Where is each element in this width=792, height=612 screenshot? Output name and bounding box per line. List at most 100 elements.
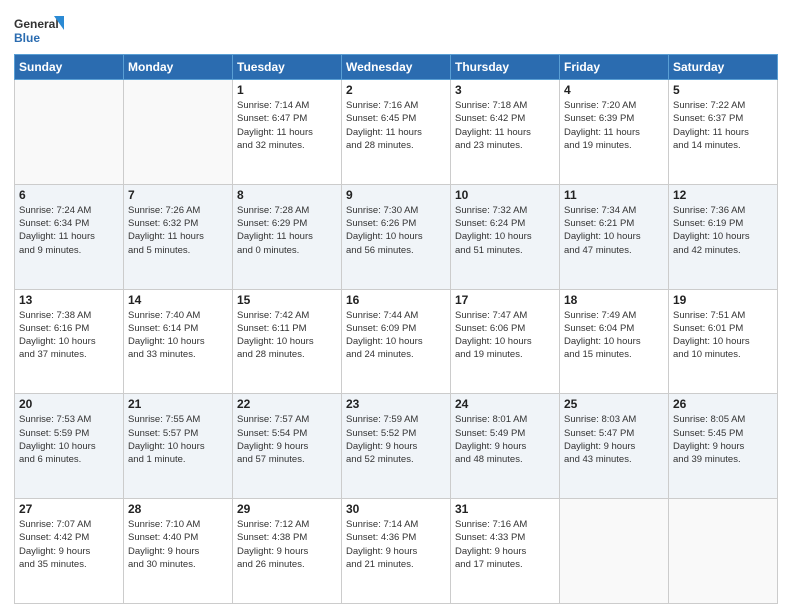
calendar-day-cell: 28 Sunrise: 7:10 AMSunset: 4:40 PMDayligh… [124, 499, 233, 604]
day-info-line: Daylight: 9 hours [19, 545, 119, 558]
calendar-day-cell: 9Sunrise: 7:30 AMSunset: 6:26 PMDaylight… [342, 184, 451, 289]
day-info-line: Daylight: 11 hours [128, 230, 228, 243]
calendar-week-row: 6Sunrise: 7:24 AMSunset: 6:34 PMDaylight… [15, 184, 778, 289]
page: General Blue SundayMondayTuesdayWednesda… [0, 0, 792, 612]
day-info-line: Sunrise: 7:28 AM [237, 204, 337, 217]
day-info-line: Sunrise: 7:18 AM [455, 99, 555, 112]
day-info-line: and 47 minutes. [564, 244, 664, 257]
day-info-line: Sunrise: 7:12 AM [237, 518, 337, 531]
day-info-line: Daylight: 11 hours [19, 230, 119, 243]
day-info-line: Daylight: 11 hours [564, 126, 664, 139]
day-info-line: and 39 minutes. [673, 453, 773, 466]
day-info-line: Sunset: 6:39 PM [564, 112, 664, 125]
day-info-line: Daylight: 9 hours [128, 545, 228, 558]
day-number: 4 [564, 83, 664, 97]
calendar-day-cell: 22Sunrise: 7:57 AMSunset: 5:54 PMDayligh… [233, 394, 342, 499]
calendar-day-cell: 16Sunrise: 7:44 AMSunset: 6:09 PMDayligh… [342, 289, 451, 394]
day-number: 2 [346, 83, 446, 97]
day-info-line: Sunset: 5:45 PM [673, 427, 773, 440]
day-number: 23 [346, 397, 446, 411]
day-info-line: Daylight: 10 hours [128, 335, 228, 348]
day-info-line: Sunrise: 7:24 AM [19, 204, 119, 217]
day-number: 28 [128, 502, 228, 516]
day-info-line: Daylight: 10 hours [19, 440, 119, 453]
header: General Blue [14, 12, 778, 48]
day-info-line: Daylight: 11 hours [237, 230, 337, 243]
day-info-line: Sunrise: 7:51 AM [673, 309, 773, 322]
day-info-line: Sunrise: 7:59 AM [346, 413, 446, 426]
day-info-line: Sunrise: 7:34 AM [564, 204, 664, 217]
day-number: 24 [455, 397, 555, 411]
day-info-line: Sunset: 6:21 PM [564, 217, 664, 230]
calendar-day-cell: 12Sunrise: 7:36 AMSunset: 6:19 PMDayligh… [669, 184, 778, 289]
calendar-day-cell: 31Sunrise: 7:16 AMSunset: 4:33 PMDayligh… [451, 499, 560, 604]
day-info-line: Daylight: 10 hours [564, 230, 664, 243]
day-number: 11 [564, 188, 664, 202]
day-info-line: Sunrise: 7:26 AM [128, 204, 228, 217]
day-info-line: Daylight: 9 hours [237, 545, 337, 558]
calendar-day-cell: 27 Sunrise: 7:07 AMSunset: 4:42 PMDayligh… [15, 499, 124, 604]
calendar-day-cell: 10Sunrise: 7:32 AMSunset: 6:24 PMDayligh… [451, 184, 560, 289]
day-info-line: and 24 minutes. [346, 348, 446, 361]
day-info-line: Sunset: 6:01 PM [673, 322, 773, 335]
day-info-line: and 15 minutes. [564, 348, 664, 361]
day-info-line: Sunrise: 7:22 AM [673, 99, 773, 112]
calendar-day-cell: 25Sunrise: 8:03 AMSunset: 5:47 PMDayligh… [560, 394, 669, 499]
day-number: 27 [19, 502, 119, 516]
calendar-body: 1Sunrise: 7:14 AMSunset: 6:47 PMDaylight… [15, 80, 778, 604]
day-number: 26 [673, 397, 773, 411]
calendar-week-row: 20Sunrise: 7:53 AMSunset: 5:59 PMDayligh… [15, 394, 778, 499]
day-header: Monday [124, 55, 233, 80]
day-info-line: and 23 minutes. [455, 139, 555, 152]
day-info-line: Sunset: 6:29 PM [237, 217, 337, 230]
day-info-line: and 19 minutes. [564, 139, 664, 152]
day-info-line: Sunrise: 7:44 AM [346, 309, 446, 322]
calendar-day-cell: 19 Sunrise: 7:51 AMSunset: 6:01 PMDayligh… [669, 289, 778, 394]
day-info-line: Sunset: 6:16 PM [19, 322, 119, 335]
day-info-line: Sunset: 6:34 PM [19, 217, 119, 230]
day-info-line: Sunset: 6:26 PM [346, 217, 446, 230]
day-info-line: Sunset: 5:54 PM [237, 427, 337, 440]
day-info-line: Sunset: 4:42 PM [19, 531, 119, 544]
day-info-line: and 21 minutes. [346, 558, 446, 571]
logo-svg: General Blue [14, 12, 64, 48]
day-info-line: and 0 minutes. [237, 244, 337, 257]
day-number: 18 [564, 293, 664, 307]
calendar-day-cell [15, 80, 124, 185]
day-info-line: Sunrise: 8:05 AM [673, 413, 773, 426]
logo: General Blue [14, 12, 64, 48]
calendar-day-cell: 14Sunrise: 7:40 AMSunset: 6:14 PMDayligh… [124, 289, 233, 394]
day-info-line: Daylight: 11 hours [237, 126, 337, 139]
day-number: 16 [346, 293, 446, 307]
day-info-line: Daylight: 10 hours [673, 335, 773, 348]
calendar-day-cell: 26Sunrise: 8:05 AMSunset: 5:45 PMDayligh… [669, 394, 778, 499]
day-info-line: Sunset: 6:11 PM [237, 322, 337, 335]
day-info-line: Sunrise: 7:10 AM [128, 518, 228, 531]
calendar-day-cell [560, 499, 669, 604]
calendar-day-cell: 7Sunrise: 7:26 AMSunset: 6:32 PMDaylight… [124, 184, 233, 289]
day-info-line: Sunrise: 7:16 AM [346, 99, 446, 112]
day-info-line: and 57 minutes. [237, 453, 337, 466]
day-number: 13 [19, 293, 119, 307]
day-info-line: Sunset: 6:32 PM [128, 217, 228, 230]
calendar-week-row: 13Sunrise: 7:38 AMSunset: 6:16 PMDayligh… [15, 289, 778, 394]
day-info-line: Sunset: 6:06 PM [455, 322, 555, 335]
day-info-line: Sunset: 6:45 PM [346, 112, 446, 125]
day-info-line: and 37 minutes. [19, 348, 119, 361]
day-info-line: and 6 minutes. [19, 453, 119, 466]
calendar-table: SundayMondayTuesdayWednesdayThursdayFrid… [14, 54, 778, 604]
day-info-line: Daylight: 9 hours [346, 545, 446, 558]
calendar-day-cell: 18Sunrise: 7:49 AMSunset: 6:04 PMDayligh… [560, 289, 669, 394]
calendar-day-cell: 5Sunrise: 7:22 AMSunset: 6:37 PMDaylight… [669, 80, 778, 185]
day-info-line: and 42 minutes. [673, 244, 773, 257]
day-number: 19 [673, 293, 773, 307]
day-info-line: Sunrise: 7:14 AM [237, 99, 337, 112]
day-info-line: Sunset: 5:49 PM [455, 427, 555, 440]
calendar-day-cell: 30Sunrise: 7:14 AMSunset: 4:36 PMDayligh… [342, 499, 451, 604]
day-info-line: Sunset: 4:40 PM [128, 531, 228, 544]
day-number: 10 [455, 188, 555, 202]
day-info-line: Sunrise: 7:20 AM [564, 99, 664, 112]
day-info-line: Sunrise: 7:07 AM [19, 518, 119, 531]
day-info-line: Sunrise: 7:16 AM [455, 518, 555, 531]
calendar-day-cell: 13Sunrise: 7:38 AMSunset: 6:16 PMDayligh… [15, 289, 124, 394]
